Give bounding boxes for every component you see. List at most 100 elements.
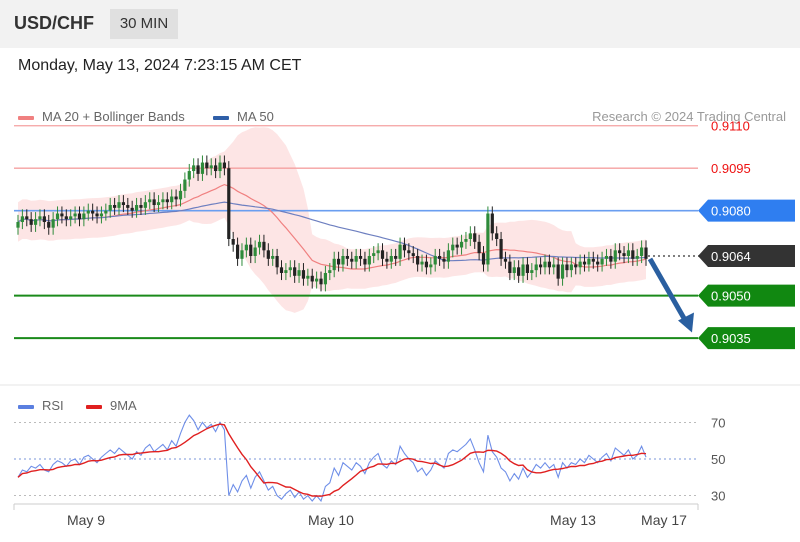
candle-body xyxy=(328,270,332,273)
candle-body xyxy=(556,264,560,279)
candle-body xyxy=(622,253,626,256)
x-tick-label: May 9 xyxy=(67,512,105,528)
candle-body xyxy=(293,267,297,276)
candle-body xyxy=(271,255,275,259)
candle-body xyxy=(310,275,314,282)
candle-body xyxy=(600,258,604,265)
rsi-tick-30: 30 xyxy=(711,489,725,504)
candle-body xyxy=(635,255,639,259)
candle-body xyxy=(437,255,442,259)
candle-body xyxy=(517,267,521,276)
candle-body xyxy=(253,247,257,256)
candle-body xyxy=(613,250,617,262)
candle-body xyxy=(183,179,187,191)
candle-body xyxy=(433,255,437,265)
candle-body xyxy=(266,250,270,259)
candle-body xyxy=(275,255,279,268)
candle-body xyxy=(262,241,266,251)
candle-body xyxy=(345,255,349,259)
candle-body xyxy=(477,241,481,254)
candle-body xyxy=(358,255,363,259)
price-chart[interactable]: 0.9110 0.9095 0.9080 0.9064 0.9050 0.9035 70 50… xyxy=(0,0,800,542)
candle-body xyxy=(402,244,407,251)
candle-body xyxy=(420,261,424,265)
candle-body xyxy=(539,264,543,268)
candle-body xyxy=(55,213,60,220)
candle-body xyxy=(626,250,631,256)
candle-body xyxy=(363,258,367,265)
candle-body xyxy=(25,216,29,220)
candle-body xyxy=(42,216,46,223)
candle-body xyxy=(29,219,33,225)
candle-body xyxy=(218,162,222,172)
candle-body xyxy=(73,213,77,217)
candle-body xyxy=(95,213,99,217)
candle-body xyxy=(306,275,310,279)
candle-body xyxy=(587,258,591,265)
candle-body xyxy=(640,247,644,256)
candle-body xyxy=(332,258,336,271)
candle-body xyxy=(134,205,139,211)
candle-body xyxy=(86,210,90,214)
candle-body xyxy=(231,239,235,245)
candle-body xyxy=(631,250,635,259)
candle-body xyxy=(82,213,86,220)
x-tick-label: May 10 xyxy=(308,512,354,528)
candle-body xyxy=(209,165,213,169)
candle-body xyxy=(582,261,587,265)
candle-body xyxy=(512,267,516,273)
projection-arrow-shaft xyxy=(647,257,690,325)
x-tick-label: May 13 xyxy=(550,512,596,528)
candle-body xyxy=(139,205,143,208)
candle-body xyxy=(609,255,613,262)
candle-body xyxy=(51,219,55,228)
candle-body xyxy=(530,270,534,273)
candle-body xyxy=(442,258,446,262)
candle-body xyxy=(214,165,218,172)
candle-body xyxy=(376,250,380,254)
candle-body xyxy=(200,162,205,174)
level-label-0.9050: 0.9050 xyxy=(711,289,751,304)
candle-body xyxy=(288,267,292,271)
level-label-0.9035: 0.9035 xyxy=(711,331,751,346)
candle-body xyxy=(235,244,240,259)
candle-body xyxy=(170,196,174,203)
candle-body xyxy=(389,255,393,262)
candle-body xyxy=(143,202,147,208)
candle-body xyxy=(117,202,121,208)
candle-body xyxy=(222,162,227,169)
candle-body xyxy=(336,258,341,265)
candle-body xyxy=(560,264,565,279)
candle-body xyxy=(249,244,253,256)
candle-body xyxy=(451,244,455,251)
candle-body xyxy=(161,199,165,203)
candle-body xyxy=(486,213,490,265)
candle-body xyxy=(525,264,530,273)
candle-body xyxy=(407,250,411,254)
candle-body xyxy=(372,253,376,256)
candle-body xyxy=(644,247,648,259)
candle-body xyxy=(521,264,525,276)
candle-body xyxy=(591,258,595,262)
level-label-0.9095: 0.9095 xyxy=(711,161,751,176)
candle-body xyxy=(455,244,459,248)
candle-body xyxy=(354,255,358,262)
candle-body xyxy=(398,244,402,259)
candle-body xyxy=(178,190,183,200)
candle-body xyxy=(552,264,556,268)
candle-body xyxy=(64,216,68,220)
candle-body xyxy=(574,264,578,268)
candle-body xyxy=(394,255,398,259)
candle-body xyxy=(495,233,499,239)
candle-body xyxy=(20,216,24,223)
candle-body xyxy=(468,233,472,239)
level-label-0.9080: 0.9080 xyxy=(711,204,751,219)
candle-body xyxy=(341,255,345,265)
candle-body xyxy=(279,267,284,273)
candle-body xyxy=(481,253,486,265)
rsi-tick-70: 70 xyxy=(711,415,725,430)
candle-body xyxy=(319,278,323,285)
candle-body xyxy=(543,261,547,268)
candle-body xyxy=(565,264,569,271)
candle-body xyxy=(578,261,582,268)
